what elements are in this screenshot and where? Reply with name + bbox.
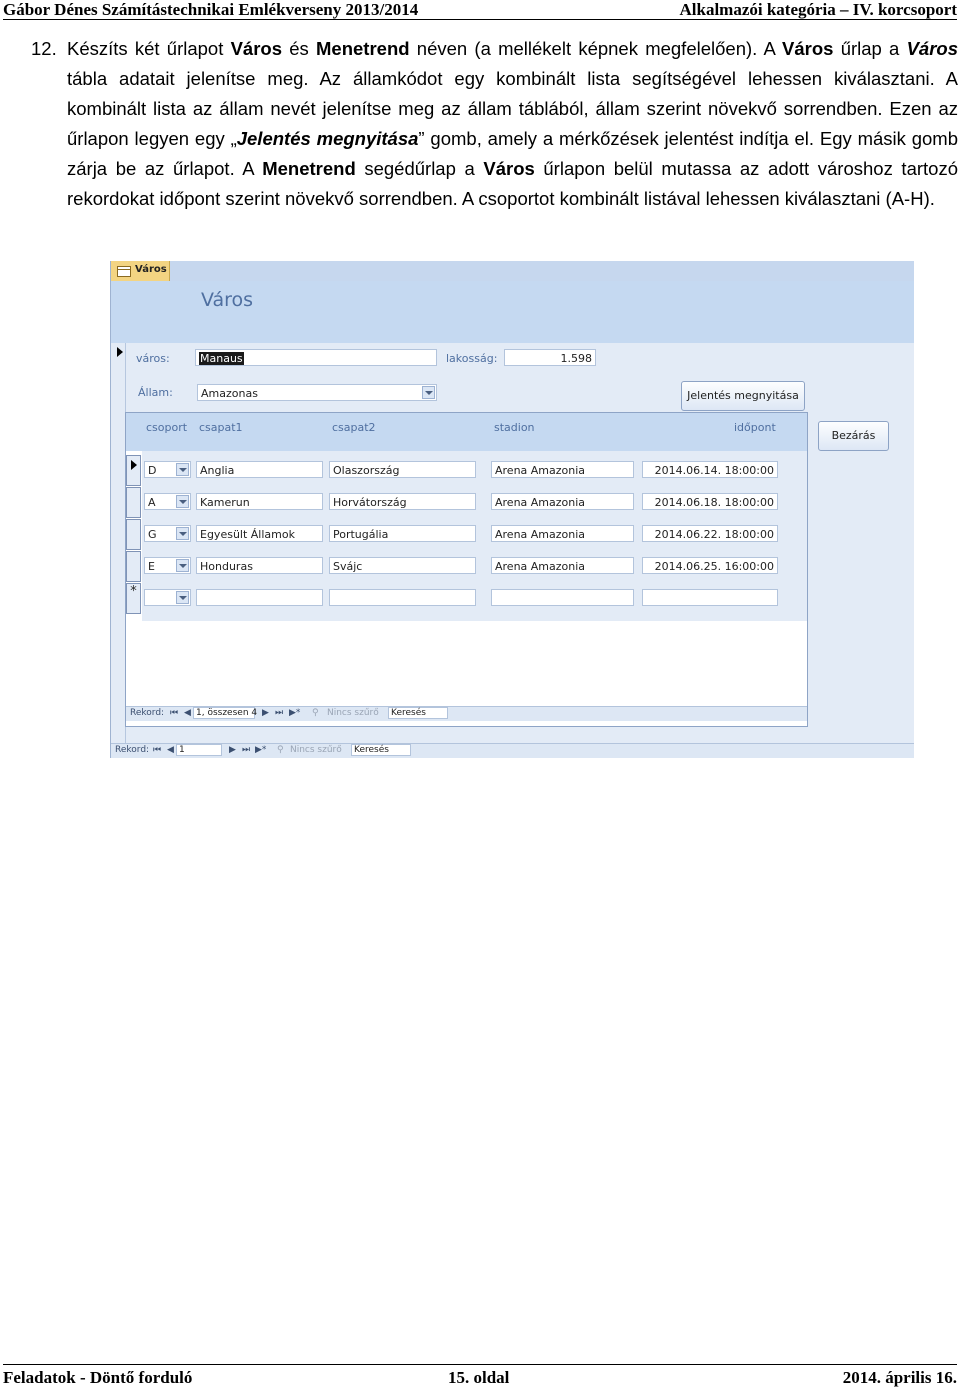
row-selector[interactable]	[126, 455, 141, 486]
footer-date: 2014. április 16.	[842, 1368, 957, 1387]
col-csapat1: csapat1	[199, 421, 243, 434]
search-box[interactable]: Keresés	[388, 707, 448, 719]
task-text: Készíts két űrlapot Város és Menetrend n…	[67, 38, 959, 209]
csapat1-field[interactable]: Kamerun	[196, 493, 323, 510]
csoport-combo[interactable]: D	[144, 461, 191, 478]
csapat2-field-new[interactable]	[329, 589, 476, 606]
varos-form-screenshot: Város Város város: Manaus lakosság: 1.59…	[110, 261, 914, 758]
row-selector[interactable]	[126, 519, 141, 550]
next-record-icon[interactable]: ▶	[229, 745, 236, 755]
chevron-down-icon[interactable]	[176, 591, 189, 604]
prev-record-icon[interactable]: ◀	[167, 745, 174, 755]
filter-status[interactable]: Nincs szűrő	[290, 745, 342, 755]
col-idopont: időpont	[734, 421, 776, 434]
page-footer: Feladatok - Döntő forduló 15. oldal 2014…	[3, 1364, 957, 1389]
csapat1-field[interactable]: Honduras	[196, 557, 323, 574]
idopont-field[interactable]: 2014.06.22. 18:00:00	[642, 525, 778, 542]
allam-combo[interactable]: Amazonas	[197, 384, 437, 401]
current-row-arrow-icon	[131, 460, 137, 470]
current-record-arrow-icon	[117, 347, 123, 357]
new-record-nav-icon[interactable]: ▶*	[255, 745, 266, 755]
page-header: Gábor Dénes Számítástechnikai Emlékverse…	[3, 0, 957, 20]
idopont-field[interactable]: 2014.06.18. 18:00:00	[642, 493, 778, 510]
csapat2-field[interactable]: Horvátország	[329, 493, 476, 510]
form-icon	[117, 266, 131, 277]
new-record-nav-icon[interactable]: ▶*	[289, 708, 300, 718]
nav-label: Rekord:	[130, 708, 165, 718]
record-selector[interactable]	[111, 343, 126, 743]
filter-icon: ⚲	[277, 745, 284, 755]
row-selector[interactable]	[126, 551, 141, 582]
allam-label: Állam:	[138, 386, 173, 399]
subform-header: csoport csapat1 csapat2 stadion időpont	[126, 413, 807, 451]
idopont-field[interactable]: 2014.06.14. 18:00:00	[642, 461, 778, 478]
subform-record-selectors: *	[126, 455, 142, 618]
new-record-icon: *	[130, 584, 137, 599]
subform-record-navigator: Rekord: ⏮ ◀ 1, összesen 4 ▶ ⏭ ▶* ⚲ Nincs…	[126, 706, 807, 721]
form-record-navigator: Rekord: ⏮ ◀ 1 ▶ ⏭ ▶* ⚲ Nincs szűrő Keres…	[111, 743, 914, 758]
next-record-icon[interactable]: ▶	[262, 708, 269, 718]
new-row-selector[interactable]: *	[126, 583, 141, 614]
csoport-combo[interactable]: A	[144, 493, 191, 510]
form-header: Város	[111, 281, 914, 343]
close-button[interactable]: Bezárás	[818, 421, 889, 451]
first-record-icon[interactable]: ⏮	[170, 708, 178, 718]
col-stadion: stadion	[494, 421, 535, 434]
csoport-combo[interactable]: G	[144, 525, 191, 542]
footer-left: Feladatok - Döntő forduló	[3, 1368, 193, 1387]
chevron-down-icon[interactable]	[176, 495, 189, 508]
header-left: Gábor Dénes Számítástechnikai Emlékverse…	[3, 0, 419, 19]
stadion-field[interactable]: Arena Amazonia	[491, 557, 634, 574]
csoport-combo-new[interactable]	[144, 589, 191, 606]
lakossag-field[interactable]: 1.598	[504, 349, 596, 366]
csoport-combo[interactable]: E	[144, 557, 191, 574]
record-position-box[interactable]: 1, összesen 4	[193, 707, 257, 719]
idopont-field[interactable]: 2014.06.25. 16:00:00	[642, 557, 778, 574]
csapat2-field[interactable]: Svájc	[329, 557, 476, 574]
chevron-down-icon[interactable]	[176, 463, 189, 476]
form-title: Város	[201, 289, 254, 311]
row-selector[interactable]	[126, 487, 141, 518]
tab-varos[interactable]: Város	[111, 261, 170, 281]
task-number: 12.	[31, 38, 57, 59]
first-record-icon[interactable]: ⏮	[153, 745, 161, 755]
search-box[interactable]: Keresés	[351, 744, 411, 756]
header-right: Alkalmazói kategória – IV. korcsoport	[679, 0, 957, 19]
last-record-icon[interactable]: ⏭	[242, 745, 250, 755]
varos-label: város:	[136, 352, 170, 365]
prev-record-icon[interactable]: ◀	[184, 708, 191, 718]
record-position-box[interactable]: 1	[176, 744, 222, 756]
idopont-field-new[interactable]	[642, 589, 778, 606]
csapat1-field[interactable]: Anglia	[196, 461, 323, 478]
stadion-field[interactable]: Arena Amazonia	[491, 525, 634, 542]
document-tab-bar: Város	[111, 261, 914, 282]
nav-label: Rekord:	[115, 745, 150, 755]
stadion-field-new[interactable]	[491, 589, 634, 606]
chevron-down-icon[interactable]	[422, 386, 435, 399]
varos-field[interactable]: Manaus	[195, 349, 437, 366]
chevron-down-icon[interactable]	[176, 527, 189, 540]
col-csapat2: csapat2	[332, 421, 376, 434]
menetrend-subform: csoport csapat1 csapat2 stadion időpont …	[125, 412, 808, 727]
chevron-down-icon[interactable]	[176, 559, 189, 572]
col-csoport: csoport	[146, 421, 188, 434]
lakossag-label: lakosság:	[446, 352, 498, 365]
report-open-button[interactable]: Jelentés megnyitása	[681, 381, 805, 411]
csapat1-field[interactable]: Egyesült Államok	[196, 525, 323, 542]
filter-status[interactable]: Nincs szűrő	[327, 708, 379, 718]
footer-page: 15. oldal	[448, 1368, 510, 1387]
csapat2-field[interactable]: Olaszország	[329, 461, 476, 478]
csapat1-field-new[interactable]	[196, 589, 323, 606]
csapat2-field[interactable]: Portugália	[329, 525, 476, 542]
filter-icon: ⚲	[312, 708, 319, 718]
stadion-field[interactable]: Arena Amazonia	[491, 493, 634, 510]
stadion-field[interactable]: Arena Amazonia	[491, 461, 634, 478]
last-record-icon[interactable]: ⏭	[275, 708, 283, 718]
